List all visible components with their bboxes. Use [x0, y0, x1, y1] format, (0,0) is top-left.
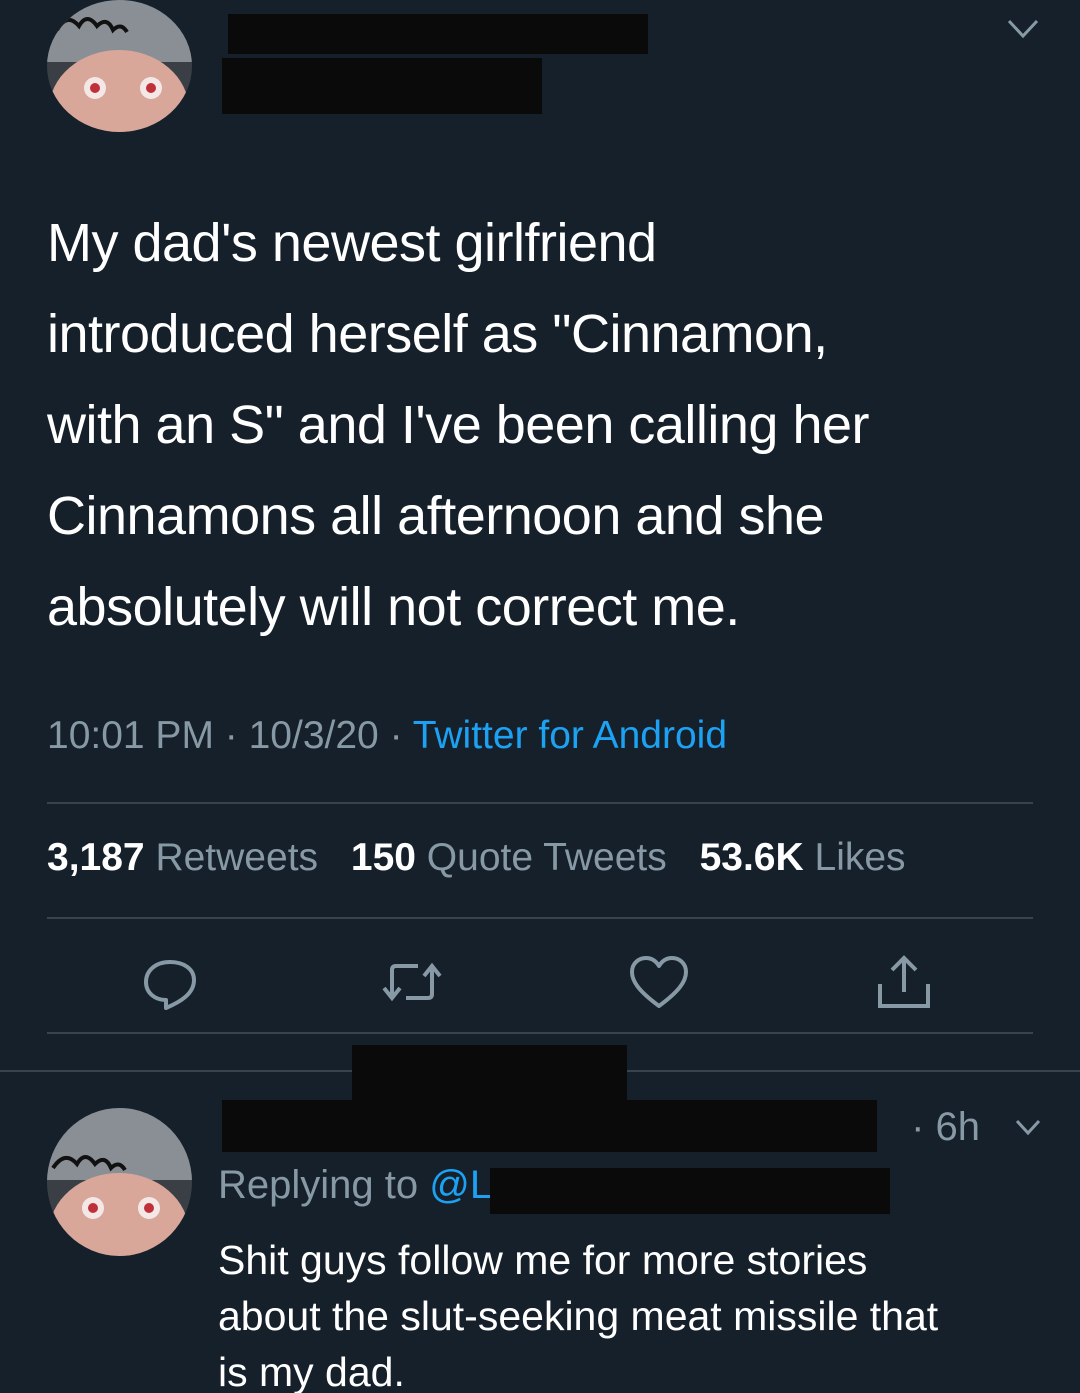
more-options-chevron-icon[interactable] — [1006, 18, 1040, 45]
meta-separator: · — [213, 714, 249, 757]
likes-label: Likes — [814, 836, 906, 879]
tweet-text-line: Cinnamons all afternoon and she — [47, 486, 825, 546]
tweet-date: 10/3/20 — [248, 714, 379, 757]
tweet-stats: 3,187 Retweets 150 Quote Tweets 53.6K Li… — [47, 836, 906, 880]
reply-text-line: about the slut-seeking meat missile that — [218, 1293, 939, 1339]
likes-count: 53.6K — [699, 836, 804, 879]
reply-text-line: is my dad. — [218, 1349, 405, 1393]
reply-text-line: Shit guys follow me for more stories — [218, 1237, 868, 1283]
meta-separator: · — [378, 714, 413, 757]
tweet-time: 10:01 PM — [47, 714, 214, 757]
tweet-source-link[interactable]: Twitter for Android — [413, 714, 727, 757]
reply-text: Shit guys follow me for more stories abo… — [218, 1232, 1048, 1393]
redacted-replying-handle — [490, 1168, 890, 1214]
retweet-icon[interactable] — [380, 952, 444, 1017]
divider — [47, 802, 1033, 804]
share-icon[interactable] — [874, 952, 934, 1019]
redacted-handle — [222, 58, 542, 114]
retweets-count: 3,187 — [47, 836, 145, 879]
action-bar — [0, 952, 1080, 1022]
reply-timestamp: · 6h — [911, 1105, 980, 1149]
divider — [47, 917, 1033, 919]
tweet-text: My dad's newest girlfriend introduced he… — [47, 198, 1037, 653]
likes-stat[interactable]: 53.6K Likes — [700, 836, 906, 879]
redaction-bar — [352, 1045, 627, 1100]
quote-tweets-stat[interactable]: 150 Quote Tweets — [351, 836, 667, 879]
reply-more-options-chevron-icon[interactable] — [1014, 1118, 1042, 1141]
replying-to-label: Replying to — [218, 1163, 419, 1207]
retweets-stat[interactable]: 3,187 Retweets — [47, 836, 318, 879]
retweets-label: Retweets — [155, 836, 319, 879]
redacted-display-name — [228, 14, 648, 54]
reply-icon[interactable] — [140, 952, 200, 1017]
replying-to-handle[interactable]: @L — [429, 1163, 492, 1207]
replying-to-line: Replying to @L — [218, 1163, 492, 1208]
quotes-count: 150 — [350, 836, 416, 879]
tweet-text-line: absolutely will not correct me. — [47, 577, 740, 637]
quotes-label: Quote Tweets — [426, 836, 667, 879]
redacted-reply-display-name — [222, 1100, 877, 1152]
tweet-meta: 10:01 PM · 10/3/20 · Twitter for Android — [47, 714, 727, 758]
tweet-detail-screen: My dad's newest girlfriend introduced he… — [0, 0, 1080, 1393]
like-icon[interactable] — [628, 952, 690, 1017]
divider — [47, 1032, 1033, 1034]
tweet-text-line: My dad's newest girlfriend — [47, 213, 657, 273]
reply-author-avatar[interactable] — [47, 1108, 192, 1256]
tweet-text-line: introduced herself as "Cinnamon, — [47, 304, 828, 364]
author-avatar[interactable] — [47, 0, 192, 132]
tweet-text-line: with an S" and I've been calling her — [47, 395, 870, 455]
